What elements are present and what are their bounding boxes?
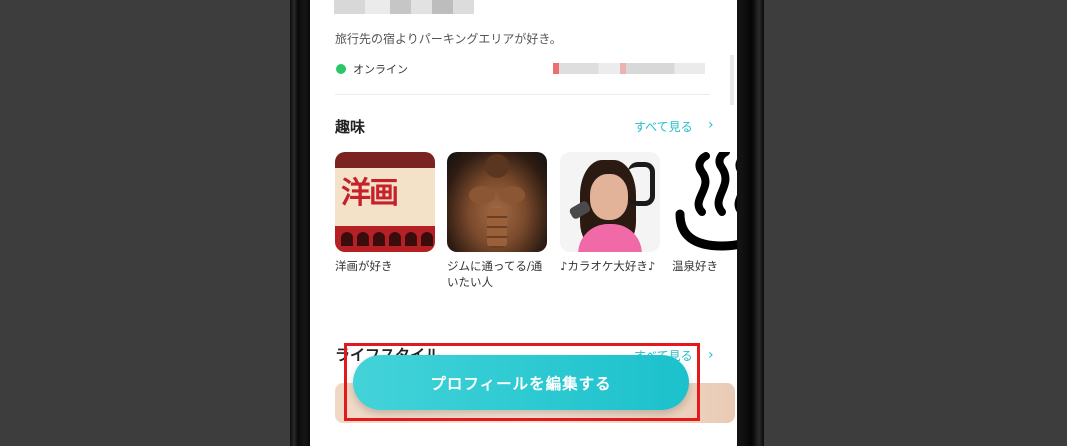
onsen-image bbox=[672, 152, 737, 252]
background-right bbox=[764, 0, 1067, 446]
online-status-text: オンライン bbox=[353, 63, 408, 76]
karaoke-image bbox=[560, 152, 660, 252]
movie-image-text: 洋画 bbox=[341, 176, 399, 211]
scrollbar[interactable] bbox=[730, 55, 734, 105]
hobby-label: ジムに通ってる/通いたい人 bbox=[447, 259, 543, 289]
hobby-label: 温泉好き bbox=[672, 259, 718, 273]
hobby-card-onsen[interactable]: 温泉好き bbox=[672, 152, 737, 274]
highlight-box bbox=[344, 343, 700, 421]
hobby-label: ♪カラオケ大好き♪ bbox=[560, 259, 656, 273]
chevron-right-icon[interactable]: › bbox=[708, 118, 714, 132]
background-left bbox=[0, 0, 290, 446]
movie-image: 洋画 bbox=[335, 152, 435, 252]
section-divider bbox=[335, 94, 710, 95]
hobbies-see-all-link[interactable]: すべて見る bbox=[634, 118, 693, 135]
blurred-location bbox=[553, 63, 705, 74]
hobby-card-gym[interactable]: ジムに通ってる/通いたい人 bbox=[447, 152, 547, 290]
hobby-card-karaoke[interactable]: ♪カラオケ大好き♪ bbox=[560, 152, 660, 274]
hot-spring-icon bbox=[675, 152, 737, 251]
profile-bio: 旅行先の宿よりパーキングエリアが好き。 bbox=[335, 32, 562, 46]
gym-image bbox=[447, 152, 547, 252]
chevron-right-icon[interactable]: › bbox=[708, 348, 714, 362]
blurred-username bbox=[334, 0, 474, 14]
online-status-dot bbox=[336, 64, 346, 74]
hobby-label: 洋画が好き bbox=[335, 259, 393, 273]
hobby-card-movie[interactable]: 洋画 洋画が好き bbox=[335, 152, 435, 274]
hobbies-section-title: 趣味 bbox=[335, 118, 366, 136]
